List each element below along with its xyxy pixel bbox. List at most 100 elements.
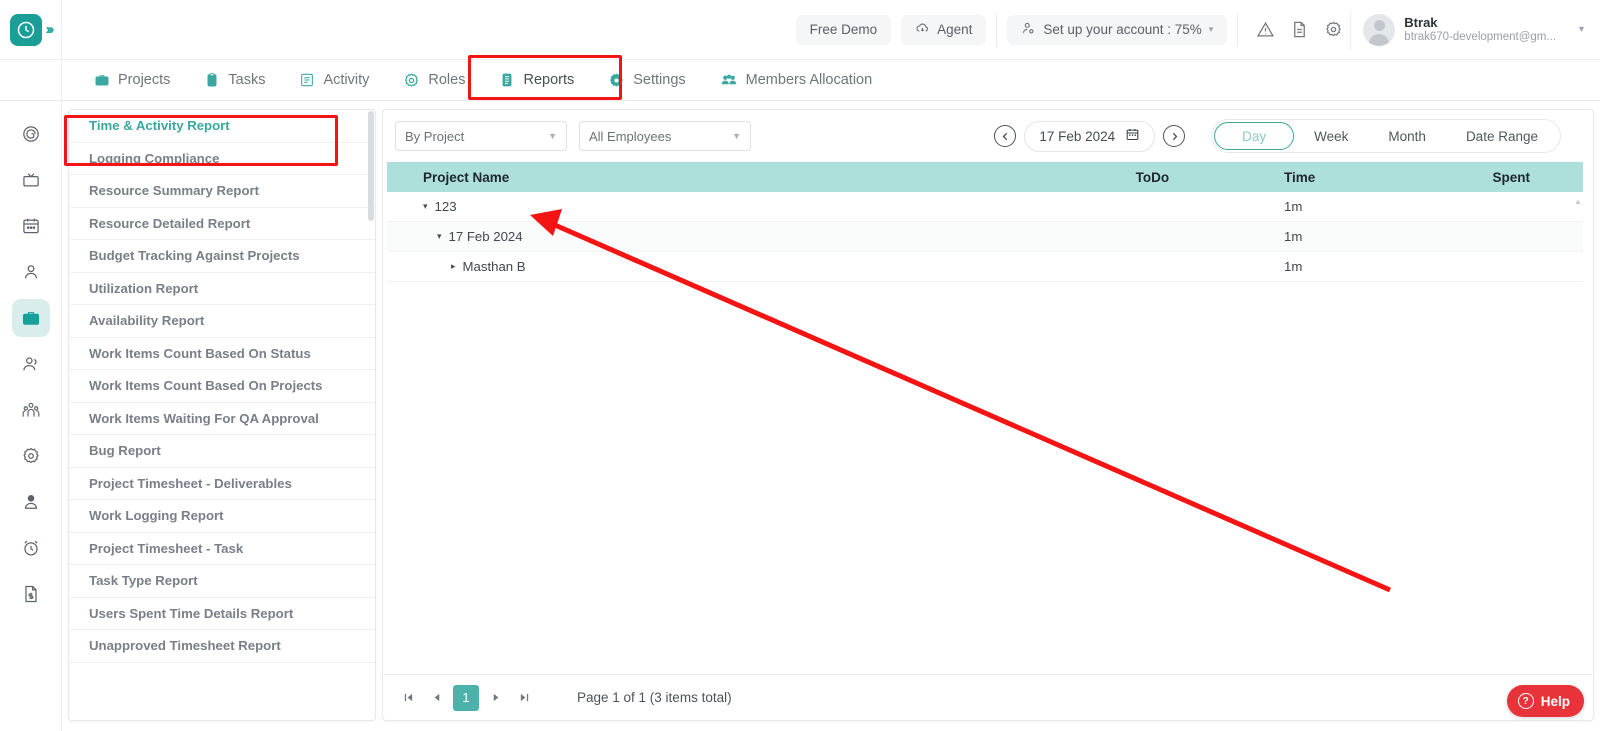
expand-caret-icon[interactable]: ▾ (437, 231, 442, 242)
last-page-icon[interactable] (513, 687, 535, 709)
tab-label: Activity (323, 72, 370, 88)
report-item-work-items-qa[interactable]: Work Items Waiting For QA Approval (69, 403, 375, 435)
expand-caret-icon[interactable]: ▾ (423, 201, 428, 212)
reports-scroll-area[interactable]: Time & Activity Report Logging Complianc… (69, 110, 375, 720)
report-item-resource-detailed[interactable]: Resource Detailed Report (69, 208, 375, 240)
rail-item-settings[interactable] (12, 437, 50, 475)
report-label: Time & Activity Report (89, 118, 230, 134)
report-label: Work Items Waiting For QA Approval (89, 410, 319, 426)
table-row[interactable]: ▾ 17 Feb 2024 1m (387, 222, 1583, 252)
chevron-left-circle-icon[interactable] (994, 125, 1017, 147)
report-item-utilization[interactable]: Utilization Report (69, 273, 375, 305)
tab-reports[interactable]: Reports (483, 60, 590, 100)
range-tab-day[interactable]: Day (1214, 122, 1295, 150)
report-filter-bar: By Project ▼ All Employees ▼ 17 Feb 2024 (383, 110, 1593, 162)
help-button[interactable]: ? Help (1506, 685, 1584, 717)
cell-time: 1m (1284, 199, 1303, 214)
column-header-time[interactable]: Time (1272, 170, 1439, 185)
report-item-users-spent-time[interactable]: Users Spent Time Details Report (69, 598, 375, 630)
free-demo-button[interactable]: Free Demo (795, 14, 892, 45)
range-tab-label: Date Range (1465, 128, 1538, 144)
range-tab-label: Day (1242, 128, 1267, 144)
range-tab-month[interactable]: Month (1368, 122, 1446, 150)
group-by-value: By Project (405, 128, 465, 144)
chevron-right-circle-icon[interactable] (1163, 125, 1186, 147)
employee-select[interactable]: All Employees ▼ (579, 121, 751, 151)
range-tab-week[interactable]: Week (1294, 122, 1368, 150)
column-header-project-name[interactable]: Project Name (387, 170, 1033, 185)
group-by-select[interactable]: By Project ▼ (395, 121, 567, 151)
rail-item-projects[interactable] (11, 299, 50, 337)
report-item-budget-tracking[interactable]: Budget Tracking Against Projects (69, 240, 375, 273)
chevron-down-icon[interactable]: ▼ (548, 131, 557, 141)
first-page-icon[interactable] (397, 687, 419, 709)
document-icon[interactable] (1282, 13, 1316, 47)
prev-page-icon[interactable] (425, 687, 447, 709)
tab-label: Members Allocation (745, 72, 873, 88)
reports-list-scrollbar[interactable] (368, 111, 374, 719)
column-header-spent[interactable]: Spent (1439, 170, 1583, 185)
header-divider-2 (1237, 12, 1239, 47)
report-content-panel: By Project ▼ All Employees ▼ 17 Feb 2024 (382, 109, 1594, 721)
calendar-icon[interactable] (1125, 127, 1140, 145)
tab-projects[interactable]: Projects (78, 60, 186, 100)
rail-item-tv[interactable] (12, 161, 50, 199)
tab-roles[interactable]: Roles (387, 60, 481, 100)
report-label: Work Items Count Based On Projects (89, 378, 323, 394)
report-item-task-type[interactable]: Task Type Report (69, 565, 375, 598)
user-name: Btrak (1404, 15, 1438, 30)
chevron-down-icon[interactable]: ▾ (1209, 24, 1214, 35)
report-item-resource-summary[interactable]: Resource Summary Report (69, 175, 375, 208)
report-item-logging-compliance[interactable]: Logging Compliance (69, 143, 375, 175)
column-header-todo[interactable]: ToDo (1033, 170, 1272, 185)
table-pagination: 1 Page 1 of 1 (3 items total) (383, 674, 1593, 720)
reports-list-panel: Time & Activity Report Logging Complianc… (68, 109, 376, 721)
report-item-unapproved-timesheet[interactable]: Unapproved Timesheet Report (69, 630, 375, 663)
report-item-bug-report[interactable]: Bug Report (69, 435, 375, 468)
scroll-up-arrow-icon[interactable]: ▲ (1573, 196, 1583, 206)
agent-button[interactable]: Agent (901, 14, 987, 45)
report-label: Availability Report (89, 313, 205, 329)
report-item-work-logging[interactable]: Work Logging Report (69, 500, 375, 533)
report-icon (499, 72, 515, 88)
report-label: Unapproved Timesheet Report (89, 638, 281, 654)
range-tab-date-range[interactable]: Date Range (1446, 122, 1558, 150)
report-item-time-activity[interactable]: Time & Activity Report (69, 110, 375, 143)
rail-item-users[interactable] (12, 345, 50, 383)
tab-activity[interactable]: Activity (283, 60, 385, 100)
tab-settings[interactable]: Settings (592, 60, 701, 100)
rail-item-user-badge[interactable] (12, 483, 50, 521)
report-label: Resource Summary Report (89, 183, 260, 199)
next-page-icon[interactable] (485, 687, 507, 709)
report-item-availability[interactable]: Availability Report (69, 305, 375, 338)
report-item-timesheet-task[interactable]: Project Timesheet - Task (69, 533, 375, 565)
tab-members-allocation[interactable]: Members Allocation (704, 60, 889, 100)
table-row[interactable]: ▾ 123 1m ▲ (387, 192, 1583, 222)
report-item-timesheet-deliverables[interactable]: Project Timesheet - Deliverables (69, 468, 375, 500)
rail-item-calendar[interactable] (12, 207, 50, 245)
cell-project-name: ▾ 123 (387, 199, 1033, 214)
rail-item-person[interactable] (12, 253, 50, 291)
gear-icon[interactable] (1316, 13, 1350, 47)
table-row[interactable]: ▸ Masthan B 1m (387, 252, 1583, 282)
report-item-work-items-status[interactable]: Work Items Count Based On Status (69, 338, 375, 370)
date-display-button[interactable]: 17 Feb 2024 (1024, 120, 1156, 152)
clock-logo-icon[interactable] (9, 13, 42, 46)
rail-item-team[interactable] (12, 391, 50, 429)
scrollbar-thumb[interactable] (368, 111, 374, 221)
setup-account-button[interactable]: Set up your account : 75% ▾ (1007, 14, 1228, 45)
report-item-work-items-projects[interactable]: Work Items Count Based On Projects (69, 370, 375, 403)
chevron-down-icon[interactable]: ▼ (732, 131, 741, 141)
page-number-1[interactable]: 1 (453, 684, 479, 711)
tab-tasks[interactable]: Tasks (188, 60, 281, 100)
chevron-down-icon[interactable]: ▾ (1579, 24, 1584, 35)
free-demo-label: Free Demo (809, 22, 878, 37)
rail-item-target-spiral[interactable] (12, 115, 50, 153)
rail-item-alarm-clock[interactable] (12, 529, 50, 567)
rail-item-invoice-document[interactable] (12, 575, 50, 613)
collapse-caret-icon[interactable]: ▸ (451, 261, 456, 272)
user-account-menu[interactable]: Btrak btrak670-development@gm... ▾ (1350, 9, 1590, 50)
warning-triangle-icon[interactable] (1248, 13, 1282, 47)
chevrons-right-icon[interactable]: ››› (46, 21, 55, 38)
report-label: Task Type Report (89, 573, 198, 589)
